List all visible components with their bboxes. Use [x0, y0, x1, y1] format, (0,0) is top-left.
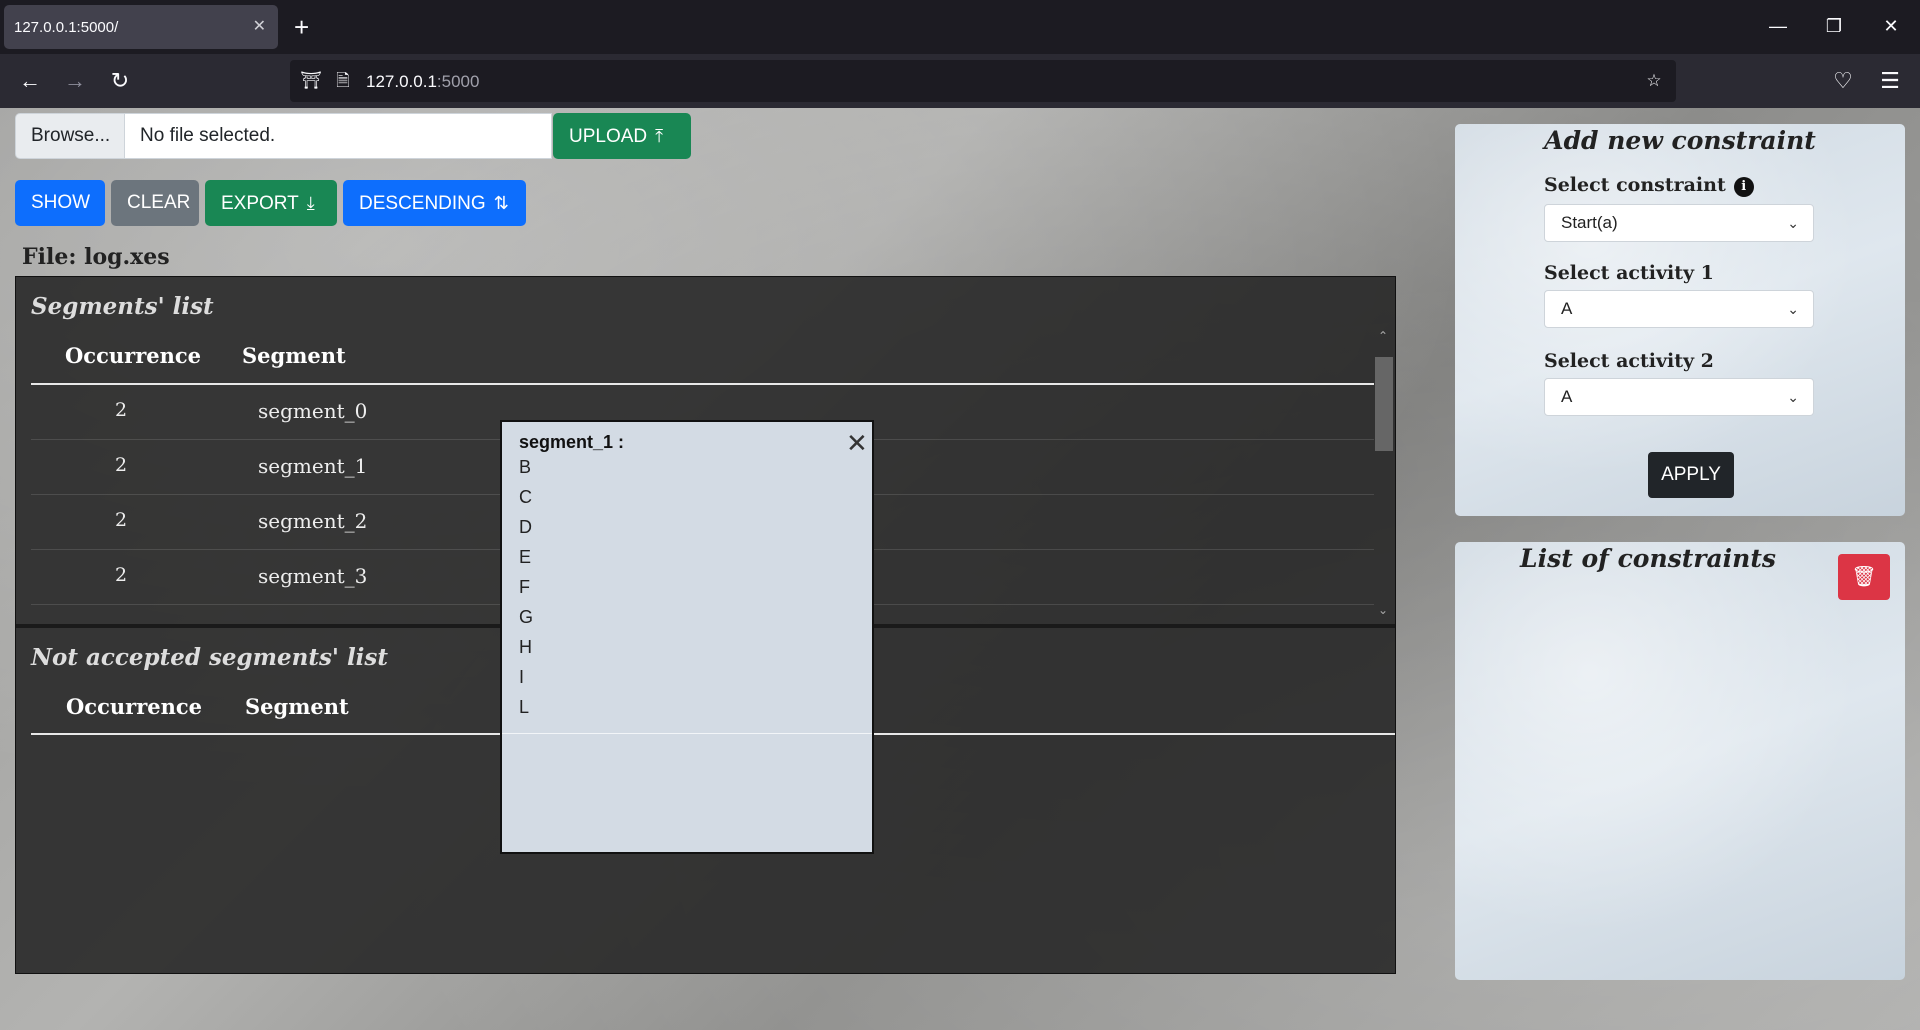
constraint-label: Select constraint — [1544, 174, 1726, 196]
download-icon: ⤓ — [306, 193, 315, 213]
page-icon[interactable]: 🗎 — [332, 70, 354, 92]
not-accepted-col-occurrence: Occurrence — [66, 694, 203, 719]
constraint-select-value: Start(a) — [1561, 213, 1618, 232]
browse-button[interactable]: Browse... — [15, 113, 125, 159]
chevron-down-icon: ⌄ — [1787, 215, 1799, 231]
chevron-down-icon: ⌄ — [1787, 389, 1799, 405]
minimize-icon[interactable]: — — [1764, 12, 1792, 40]
upload-label: UPLOAD — [569, 126, 648, 147]
browser-tab-strip: 127.0.0.1:5000/ ✕ + — ❐ ✕ — [0, 0, 1920, 54]
popup-activity: L — [519, 697, 530, 717]
segments-title: Segments' list — [31, 293, 214, 320]
reload-icon[interactable]: ↻ — [106, 67, 134, 95]
close-tab-icon[interactable]: ✕ — [253, 17, 266, 37]
occurrence-cell: 2 — [115, 454, 128, 476]
export-label: EXPORT — [221, 193, 299, 214]
activity2-select[interactable]: A ⌄ — [1544, 378, 1814, 416]
tab-title: 127.0.0.1:5000/ — [14, 19, 119, 36]
occurrence-cell: 2 — [115, 509, 128, 531]
clear-button[interactable]: CLEAR — [111, 180, 199, 226]
not-accepted-col-segment: Segment — [245, 694, 349, 719]
forward-icon[interactable]: → — [61, 67, 89, 95]
info-icon[interactable]: i — [1733, 177, 1754, 197]
segment-cell[interactable]: segment_0 — [258, 399, 367, 423]
scrollbar-thumb[interactable] — [1375, 357, 1393, 451]
popup-activity: H — [519, 637, 532, 657]
occurrence-cell: 2 — [115, 564, 128, 586]
browser-nav-bar: ← → ↻ ⛩ 🗎 127.0.0.1:5000 ☆ ♡ ☰ — [0, 54, 1920, 108]
show-button[interactable]: SHOW — [15, 180, 105, 226]
sort-order-button[interactable]: DESCENDING ⇅ — [343, 180, 526, 226]
pocket-icon[interactable]: ♡ — [1829, 67, 1857, 95]
upload-icon: ⤒ — [655, 126, 664, 146]
activity2-label: Select activity 2 — [1544, 350, 1714, 372]
segment-cell[interactable]: segment_3 — [258, 564, 367, 588]
apply-button[interactable]: APPLY — [1648, 452, 1734, 498]
segment-detail-popup: segment_1 : ✕ B C D E F G H I L — [500, 420, 874, 854]
activity2-select-value: A — [1561, 387, 1573, 406]
bookmark-star-icon[interactable]: ☆ — [1643, 70, 1665, 92]
sort-label: DESCENDING — [359, 193, 486, 214]
new-tab-button[interactable]: + — [294, 12, 309, 42]
url-port: :5000 — [436, 72, 480, 91]
popup-title: segment_1 : — [519, 432, 625, 452]
delete-all-button[interactable]: 🗑 — [1838, 554, 1890, 600]
shield-icon[interactable]: ⛩ — [300, 70, 322, 92]
sort-icon: ⇅ — [493, 193, 509, 213]
popup-activity: C — [519, 487, 532, 507]
activity1-label: Select activity 1 — [1544, 262, 1714, 284]
activity1-select-value: A — [1561, 299, 1573, 318]
add-constraint-panel: Add new constraint Select constraint i St… — [1455, 124, 1905, 516]
file-status[interactable]: No file selected. — [125, 113, 552, 159]
popup-activity: E — [519, 547, 532, 567]
popup-activity: G — [519, 607, 534, 627]
browser-tab[interactable]: 127.0.0.1:5000/ ✕ — [4, 5, 278, 49]
menu-icon[interactable]: ☰ — [1876, 67, 1904, 95]
popup-activity: F — [519, 577, 530, 597]
window-close-icon[interactable]: ✕ — [1877, 12, 1905, 40]
segment-cell[interactable]: segment_2 — [258, 509, 367, 533]
constraints-list-panel: List of constraints 🗑 — [1455, 542, 1905, 980]
url-text[interactable]: 127.0.0.1:5000 — [366, 72, 479, 92]
popup-activity: B — [519, 457, 532, 477]
export-button[interactable]: EXPORT ⤓ — [205, 180, 337, 226]
activity1-select[interactable]: A ⌄ — [1544, 290, 1814, 328]
file-input[interactable]: Browse... No file selected. — [15, 113, 552, 159]
popup-divider — [502, 733, 872, 734]
constraints-list-title: List of constraints — [1520, 544, 1776, 573]
constraint-select[interactable]: Start(a) ⌄ — [1544, 204, 1814, 242]
restore-icon[interactable]: ❐ — [1820, 12, 1848, 40]
trash-icon: 🗑 — [1851, 566, 1877, 588]
scroll-down-icon[interactable]: ⌄ — [1378, 603, 1388, 617]
page-content: Browse... No file selected. UPLOAD ⤒ SHOW… — [0, 108, 1920, 1030]
col-segment-header: Segment — [242, 343, 346, 368]
segment-cell[interactable]: segment_1 — [258, 454, 367, 478]
popup-close-icon[interactable]: ✕ — [846, 430, 868, 456]
back-icon[interactable]: ← — [16, 67, 44, 95]
col-occurrence-header: Occurrence — [65, 343, 202, 368]
constraint-label-row: Select constraint i — [1544, 174, 1754, 197]
occurrence-cell: 2 — [115, 399, 128, 421]
chevron-down-icon: ⌄ — [1787, 301, 1799, 317]
popup-activity: D — [519, 517, 532, 537]
file-name: File: log.xes — [22, 244, 170, 270]
popup-activity: I — [519, 667, 525, 687]
url-host: 127.0.0.1 — [366, 72, 437, 91]
not-accepted-title: Not accepted segments' list — [31, 644, 388, 671]
upload-button[interactable]: UPLOAD ⤒ — [553, 113, 691, 159]
scroll-up-icon[interactable]: ⌃ — [1378, 329, 1388, 343]
add-constraint-title: Add new constraint — [1544, 126, 1816, 155]
url-bar[interactable]: ⛩ 🗎 127.0.0.1:5000 ☆ — [290, 60, 1676, 102]
